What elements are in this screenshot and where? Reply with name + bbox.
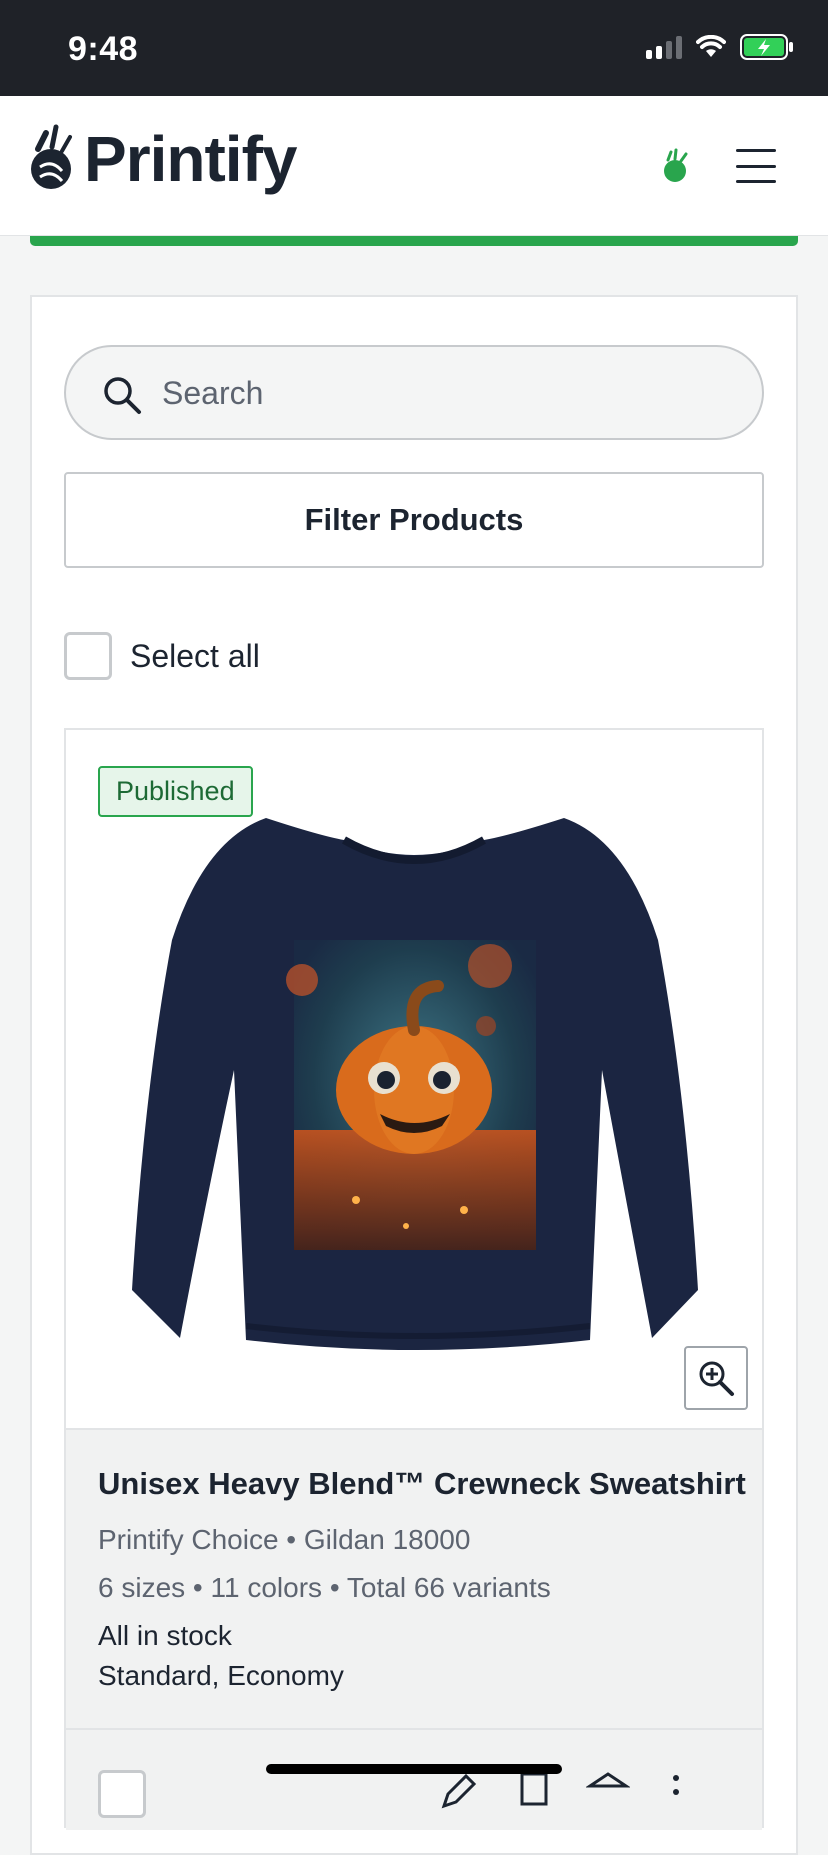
wifi-icon	[696, 35, 726, 57]
product-stock: All in stock	[98, 1620, 232, 1651]
zoom-button[interactable]	[684, 1346, 748, 1410]
edit-icon[interactable]	[436, 1770, 480, 1814]
home-indicator	[266, 1764, 562, 1774]
select-all-label: Select all	[130, 637, 260, 674]
product-card[interactable]: Published Unisex Heavy Blend™ Crewneck S…	[64, 728, 764, 1830]
store-icon[interactable]	[586, 1770, 630, 1814]
product-checkbox[interactable]	[98, 1770, 146, 1818]
product-variants: 6 sizes • 11 colors • Total 66 variants	[98, 1572, 551, 1603]
printify-hand-icon	[31, 124, 72, 189]
battery-charging-icon	[740, 34, 793, 60]
zoom-in-icon	[699, 1361, 734, 1396]
search-input[interactable]	[162, 367, 722, 419]
printify-hand-icon[interactable]	[658, 148, 692, 184]
printify-logo[interactable]: Printify	[28, 122, 297, 196]
more-icon[interactable]	[668, 1770, 684, 1814]
select-all-checkbox[interactable]	[64, 632, 112, 680]
status-bar: 9:48	[0, 0, 828, 96]
search-field[interactable]	[64, 345, 764, 440]
status-icons	[646, 34, 794, 60]
select-all[interactable]: Select all	[64, 632, 260, 680]
menu-icon[interactable]	[732, 146, 780, 186]
app-header: Printify	[0, 96, 828, 236]
filter-products-label: Filter Products	[304, 502, 524, 537]
status-strip	[30, 236, 798, 246]
product-info: Unisex Heavy Blend™ Crewneck Sweatshirt …	[66, 1428, 762, 1728]
product-title[interactable]: Unisex Heavy Blend™ Crewneck Sweatshirt	[98, 1466, 746, 1502]
logo-text: Printify	[84, 123, 297, 195]
status-time: 9:48	[68, 30, 139, 68]
product-shipping: Standard, Economy	[98, 1660, 344, 1691]
product-actions	[66, 1728, 762, 1830]
sweatshirt-image	[132, 818, 698, 1350]
status-badge: Published	[98, 766, 253, 817]
product-image[interactable]: Published	[66, 730, 762, 1428]
product-provider: Printify Choice • Gildan 18000	[98, 1524, 471, 1555]
search-icon	[104, 377, 141, 414]
copy-icon[interactable]	[512, 1770, 552, 1814]
filter-products-button[interactable]: Filter Products	[64, 472, 764, 568]
signal-icon	[646, 35, 682, 59]
